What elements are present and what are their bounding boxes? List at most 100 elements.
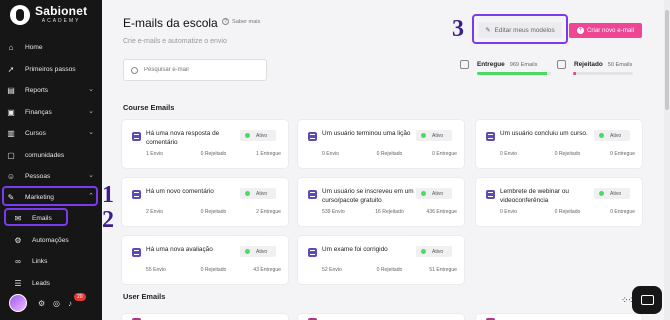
sidebar-item-comunidades[interactable]: ▢ comunidades <box>6 147 96 163</box>
status-toggle[interactable]: Ativo <box>416 246 452 257</box>
email-card[interactable] <box>298 314 464 320</box>
status-label: Ativo <box>432 132 444 139</box>
email-card[interactable]: Um usuário se inscreveu em um curso/paco… <box>298 178 464 226</box>
sidebar-item-label: Home <box>25 43 43 51</box>
card-sent: 0 Envio <box>500 151 517 157</box>
status-dot-icon <box>245 249 250 254</box>
card-delivered: 51 Entregue <box>429 267 457 273</box>
main-content: E-mails da escola ? Saber mais Crie e-ma… <box>102 0 670 320</box>
help-icon[interactable]: ◎ <box>53 299 60 308</box>
email-card[interactable] <box>476 314 642 320</box>
status-toggle[interactable]: Ativo <box>594 130 630 141</box>
highlight-box-emails <box>4 208 68 226</box>
brand-logo-icon <box>10 5 30 25</box>
people-icon: ☺ <box>6 171 16 181</box>
card-stats: 0 Envio 0 Rejeitado 0 Entregue <box>322 151 457 157</box>
email-card[interactable]: Há um novo comentário Ativo 2 Envio 0 Rej… <box>122 178 288 226</box>
sidebar-item-label: Finanças <box>25 108 52 116</box>
scrollbar-thumb[interactable] <box>665 10 669 110</box>
card-delivered: 0 Entregue <box>610 151 635 157</box>
email-card[interactable]: Há uma nova resposta de comentário Ativo… <box>122 120 288 168</box>
bell-icon[interactable]: ♪ <box>68 299 72 308</box>
card-delivered: 2 Entregue <box>256 209 281 215</box>
card-delivered: 1 Entregue <box>256 151 281 157</box>
card-stats: 0 Envio 0 Rejeitado 0 Entregue <box>500 151 635 157</box>
email-template-icon <box>486 132 495 141</box>
help-link-label: Saber mais <box>232 18 261 25</box>
card-rejected: 0 Rejeitado <box>376 151 403 157</box>
status-dot-icon <box>421 249 426 254</box>
email-card[interactable]: Um exame foi corrigido Ativo 52 Envio 0 R… <box>298 236 464 284</box>
sidebar-item-cursos[interactable]: ▥ Cursos ⌄ <box>6 125 96 141</box>
sidebar-item-label: Cursos <box>25 129 46 137</box>
sidebar-item-leads[interactable]: ☰ Leads <box>6 275 96 291</box>
email-card[interactable]: Um usuário concluiu um curso. Ativo 0 En… <box>476 120 642 168</box>
email-template-icon <box>308 190 317 199</box>
stat-rejected-label: Rejeitado <box>574 61 603 68</box>
email-card[interactable]: Lembrete de webinar ou videoconferência … <box>476 178 642 226</box>
sidebar-item-pessoas[interactable]: ☺ Pessoas ⌄ <box>6 168 96 184</box>
email-template-icon <box>132 190 141 199</box>
search-box[interactable] <box>123 59 267 81</box>
card-title: Há uma nova avaliação <box>146 246 213 253</box>
card-title: Um usuário concluiu um curso. <box>500 130 588 137</box>
rocket-icon: ➚ <box>7 64 15 74</box>
status-toggle[interactable]: Ativo <box>416 130 452 141</box>
sidebar-item-primeiros-passos[interactable]: ➚ Primeiros passos <box>6 61 96 77</box>
card-sent: 52 Envio <box>322 267 342 273</box>
status-toggle[interactable]: Ativo <box>416 188 452 199</box>
status-toggle[interactable]: Ativo <box>240 188 276 199</box>
brand-name: Sabionet <box>35 4 88 18</box>
section-title-course: Course Emails <box>123 103 175 112</box>
scrollbar[interactable] <box>664 0 670 320</box>
rejected-progress-bar <box>573 72 633 75</box>
status-dot-icon <box>599 191 604 196</box>
stat-rejected-count: 50 Emails <box>607 61 633 68</box>
card-title: Um exame foi corrigido <box>322 246 388 253</box>
card-rejected: 0 Rejeitado <box>554 151 581 157</box>
sidebar-item-reports[interactable]: ▤ Reports ⌄ <box>6 82 96 98</box>
plus-icon: + <box>576 27 584 34</box>
create-email-button[interactable]: + Criar novo e-mail <box>569 23 642 38</box>
status-dot-icon <box>421 133 426 138</box>
help-link[interactable]: ? Saber mais <box>222 18 260 25</box>
sidebar-item-financas[interactable]: ▣ Finanças ⌄ <box>6 104 96 120</box>
email-template-icon <box>308 132 317 141</box>
sidebar-item-home[interactable]: ⌂ Home <box>6 39 96 55</box>
chat-button[interactable] <box>632 286 662 314</box>
sidebar-item-label: Leads <box>32 279 50 287</box>
card-title: Há um novo comentário <box>146 188 214 195</box>
card-stats: 1 Envio 0 Rejeitado 1 Entregue <box>146 151 281 157</box>
create-email-label: Criar novo e-mail <box>586 27 635 34</box>
card-stats: 2 Envio 0 Rejeitado 2 Entregue <box>146 209 281 215</box>
email-card[interactable]: Um usuário terminou uma lição Ativo 0 En… <box>298 120 464 168</box>
sidebar-item-automacoes[interactable]: ⚙ Automações <box>6 232 96 248</box>
card-delivered: 0 Entregue <box>610 209 635 215</box>
status-toggle[interactable]: Ativo <box>240 130 276 141</box>
brand-logo-area[interactable]: Sabionet ACADEMY <box>10 5 87 25</box>
page-subtitle: Crie e-mails e automatize o envio <box>123 38 227 45</box>
avatar[interactable] <box>9 294 27 312</box>
email-card[interactable] <box>122 314 288 320</box>
card-rejected: 0 Rejeitado <box>376 267 403 273</box>
status-label: Ativo <box>256 248 268 255</box>
notification-badge: 20 <box>74 293 86 301</box>
status-toggle[interactable]: Ativo <box>594 188 630 199</box>
rejected-progress-fill <box>573 72 576 75</box>
communities-icon: ▢ <box>7 150 15 160</box>
settings-icon[interactable]: ⚙ <box>38 299 45 308</box>
status-toggle[interactable]: Ativo <box>240 246 276 257</box>
email-card[interactable]: Há uma nova avaliação Ativo 55 Envio 0 Re… <box>122 236 288 284</box>
courses-icon: ▥ <box>7 128 15 138</box>
status-label: Ativo <box>256 190 268 197</box>
sidebar-item-links[interactable]: ∞ Links <box>6 253 96 269</box>
status-dot-icon <box>245 133 250 138</box>
card-stats: 52 Envio 0 Rejeitado 51 Entregue <box>322 267 457 273</box>
card-delivered: 0 Entregue <box>432 151 457 157</box>
email-template-icon <box>132 132 141 141</box>
section-title-user: User Emails <box>123 292 166 301</box>
search-input[interactable] <box>144 67 254 73</box>
sidebar-item-label: Pessoas <box>25 172 51 180</box>
chevron-down-icon: ⌄ <box>88 172 94 179</box>
email-template-icon <box>132 248 141 257</box>
